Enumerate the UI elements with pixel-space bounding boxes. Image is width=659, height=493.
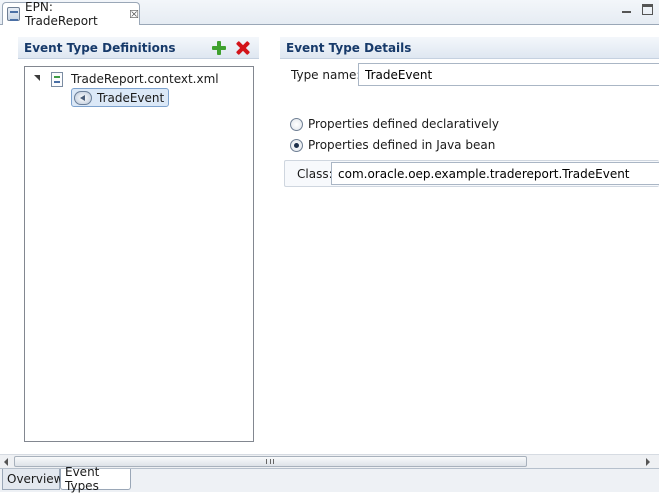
radio-label: Properties defined declaratively	[308, 117, 499, 131]
tab-event-types[interactable]: Event Types	[60, 465, 131, 493]
editor-tab-label: EPN: TradeReport	[25, 0, 98, 28]
radio-properties-java-bean[interactable]: Properties defined in Java bean	[290, 138, 495, 152]
tree-item-label: TradeEvent	[97, 90, 165, 105]
event-type-tree[interactable]: TradeReport.context.xml TradeEvent	[24, 66, 254, 442]
tree-item-context-file[interactable]: TradeReport.context.xml	[33, 70, 219, 88]
radio-properties-declarative[interactable]: Properties defined declaratively	[290, 117, 499, 131]
class-label: Class:	[297, 167, 333, 181]
epn-editor-icon	[7, 7, 21, 21]
event-type-details-header: Event Type Details	[280, 37, 659, 59]
editor-tab-epn[interactable]: EPN: TradeReport ☒	[2, 0, 140, 28]
editor-content: Event Type Definitions TradeReport.conte…	[0, 26, 659, 454]
grip-icon	[266, 459, 274, 464]
tree-item-trade-event[interactable]: TradeEvent	[71, 88, 170, 107]
editor-page-tabs: Overview Event Types	[0, 465, 659, 493]
delete-icon[interactable]	[234, 40, 250, 56]
radio-button[interactable]	[290, 117, 303, 131]
expand-icon[interactable]	[33, 74, 43, 84]
tree-item-label: TradeReport.context.xml	[71, 72, 219, 86]
radio-label: Properties defined in Java bean	[308, 138, 496, 152]
event-type-definitions-header: Event Type Definitions	[18, 37, 259, 59]
tab-overview[interactable]: Overview	[2, 469, 64, 490]
scroll-left-icon[interactable]	[0, 456, 14, 468]
maximize-icon[interactable]	[642, 4, 653, 15]
radio-button-selected[interactable]	[290, 138, 303, 152]
type-name-input[interactable]	[358, 63, 659, 86]
xml-file-icon	[51, 71, 63, 87]
window-controls	[621, 4, 653, 15]
scroll-right-icon[interactable]	[640, 456, 654, 468]
add-icon[interactable]	[211, 40, 227, 56]
section-title: Event Type Details	[286, 40, 412, 55]
close-tab-icon[interactable]: ☒	[129, 8, 139, 21]
class-input[interactable]	[331, 162, 659, 185]
type-name-label: Type name:	[291, 68, 361, 82]
minimize-icon[interactable]	[621, 4, 632, 15]
event-type-icon	[74, 90, 92, 105]
section-title: Event Type Definitions	[24, 40, 176, 55]
editor-tab-strip: EPN: TradeReport ☒	[0, 0, 659, 28]
